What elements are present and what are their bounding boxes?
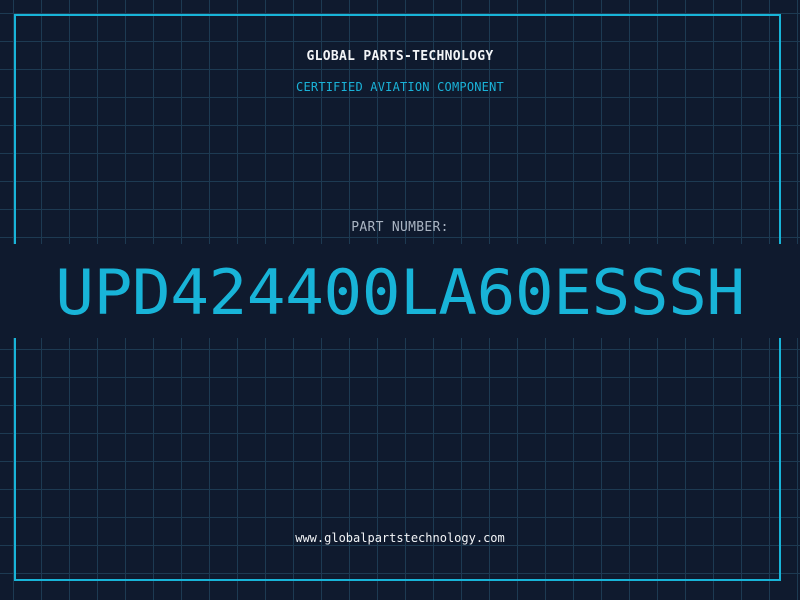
company-name: GLOBAL PARTS-TECHNOLOGY <box>306 49 494 64</box>
part-number-value: UPD424400LA60ESSSH <box>55 256 745 329</box>
certificate-card: GLOBAL PARTS-TECHNOLOGY CERTIFIED AVIATI… <box>0 0 800 600</box>
part-number-band: UPD424400LA60ESSSH <box>0 244 800 338</box>
part-number-label: PART NUMBER: <box>351 220 449 235</box>
website-link[interactable]: www.globalpartstechnology.com <box>0 531 800 545</box>
certification-subtitle: CERTIFIED AVIATION COMPONENT <box>296 80 504 94</box>
